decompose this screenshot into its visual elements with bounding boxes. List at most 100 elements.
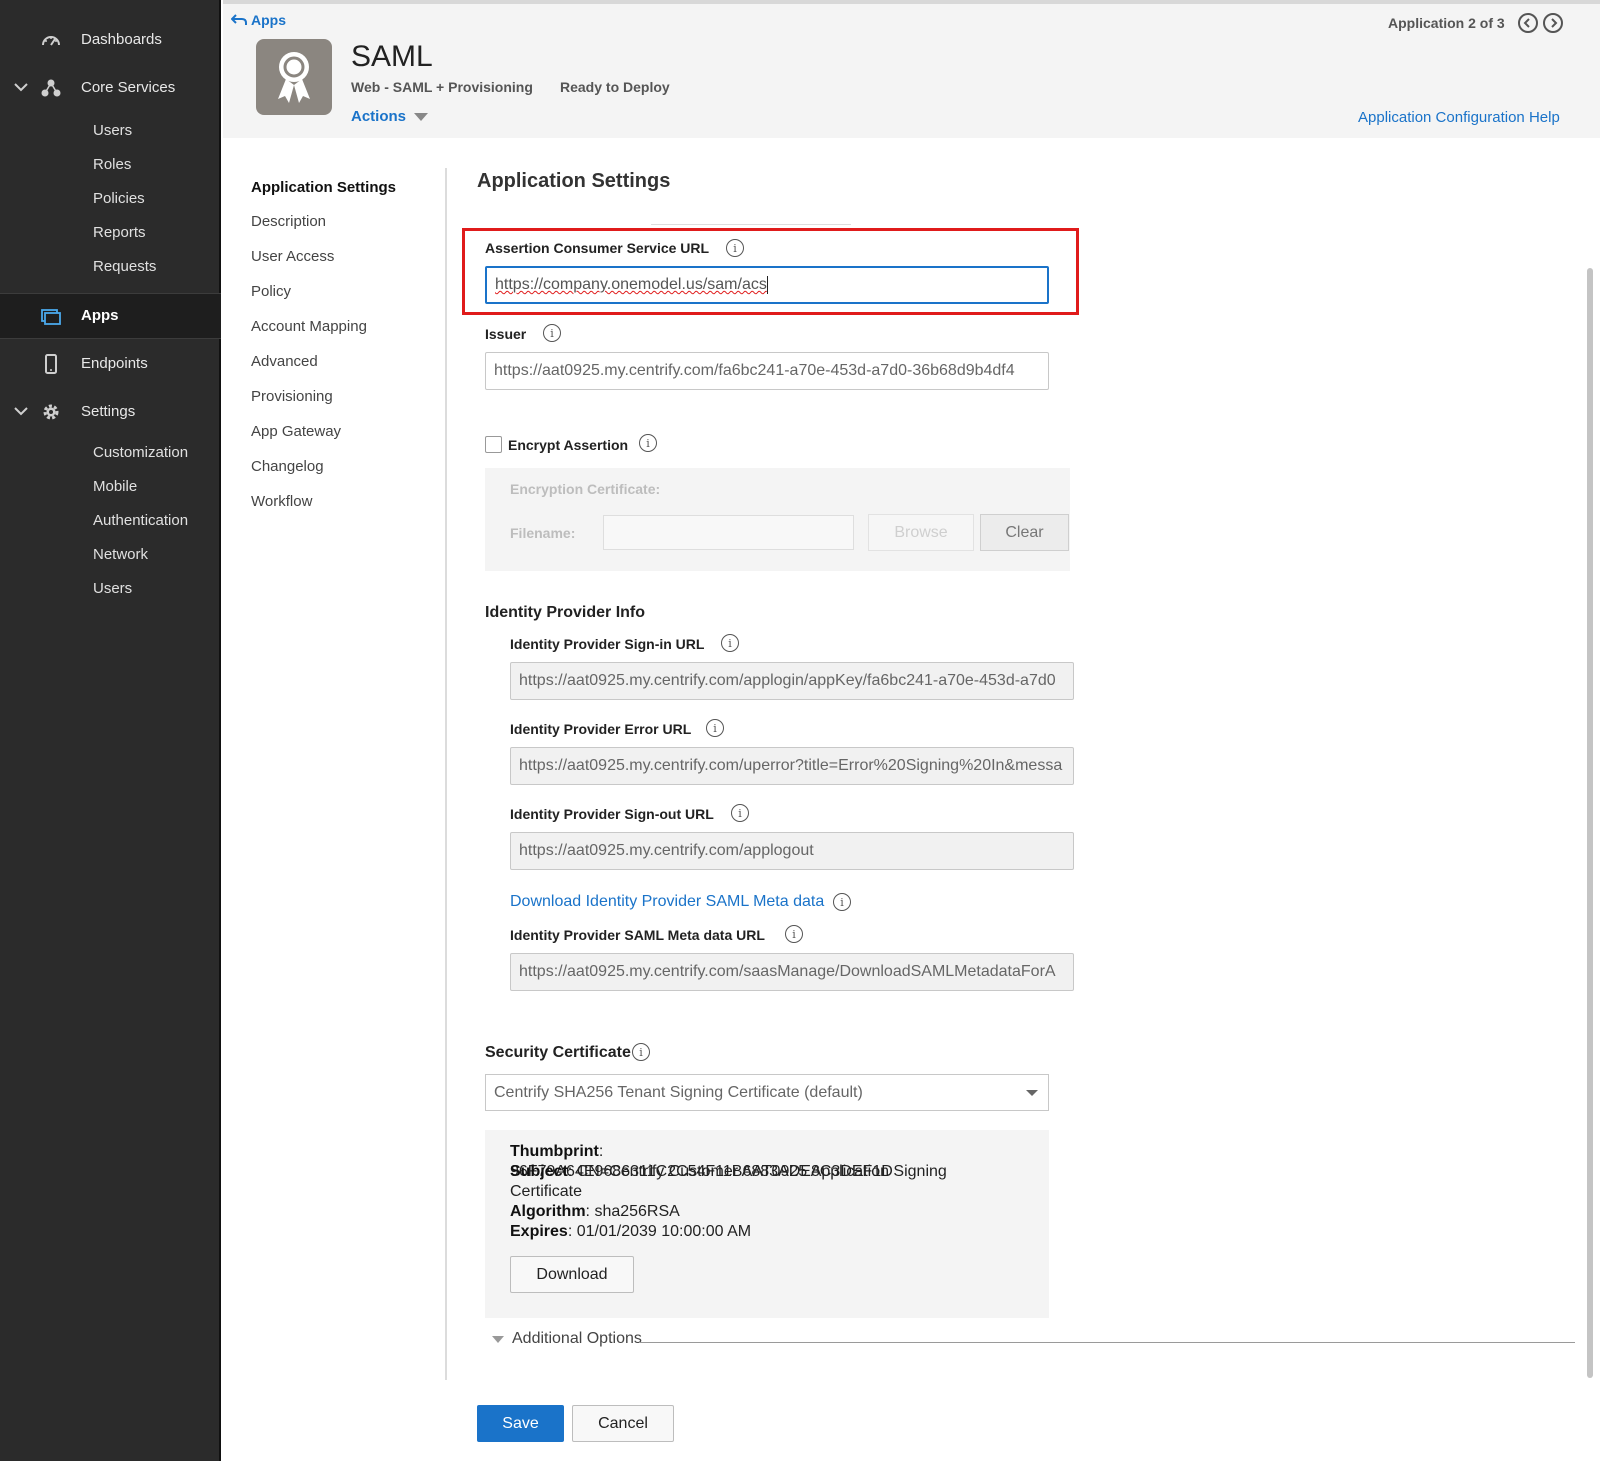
sidebar-item-requests[interactable]: Requests [93, 258, 156, 275]
info-icon[interactable]: i [543, 324, 561, 342]
app-logo [256, 39, 332, 115]
back-to-apps-link[interactable]: Apps [231, 12, 286, 28]
idp-metadata-url-value: https://aat0925.my.centrify.com/saasMana… [519, 963, 1056, 980]
page-title: Application Settings [477, 170, 671, 192]
security-certificate-select[interactable]: Centrify SHA256 Tenant Signing Certifica… [485, 1074, 1049, 1111]
section-description[interactable]: Description [251, 213, 326, 230]
apps-windows-icon [41, 309, 61, 325]
chevron-down-icon [14, 83, 28, 92]
chevron-down-icon [14, 407, 28, 416]
nav-endpoints[interactable]: Endpoints [0, 342, 221, 386]
back-arrow-icon [231, 14, 247, 25]
caret-down-icon [414, 112, 429, 121]
mobile-device-icon [45, 354, 57, 374]
issuer-input[interactable]: https://aat0925.my.centrify.com/fa6bc241… [485, 352, 1049, 390]
chevron-left-icon [1523, 18, 1530, 28]
config-help-link[interactable]: Application Configuration Help [1358, 109, 1560, 126]
idp-error-label: Identity Provider Error URL [510, 721, 692, 737]
additional-options-toggle[interactable]: Additional Options [492, 1330, 642, 1348]
idp-signin-url-value: https://aat0925.my.centrify.com/applogin… [519, 672, 1056, 689]
idp-metadata-url-input[interactable]: https://aat0925.my.centrify.com/saasMana… [510, 953, 1074, 991]
dashboard-gauge-icon [42, 36, 60, 46]
info-icon[interactable]: i [726, 239, 744, 257]
chevron-right-icon [1551, 18, 1558, 28]
additional-options-divider [639, 1342, 1575, 1343]
sidebar-item-policies[interactable]: Policies [93, 190, 145, 207]
nav-core-services[interactable]: Core Services [0, 66, 221, 110]
nav-endpoints-label: Endpoints [81, 355, 148, 372]
nav-apps[interactable]: Apps [0, 293, 221, 339]
sidebar-item-customization[interactable]: Customization [93, 444, 188, 461]
cert-algorithm: Algorithm: sha256RSA [510, 1203, 680, 1220]
section-policy[interactable]: Policy [251, 283, 291, 300]
nav-dashboards-label: Dashboards [81, 31, 162, 48]
section-advanced[interactable]: Advanced [251, 353, 318, 370]
app-status: Ready to Deploy [560, 79, 670, 95]
browse-button: Browse [868, 514, 974, 551]
idp-metadata-url-label: Identity Provider SAML Meta data URL [510, 927, 765, 943]
sidebar-item-roles[interactable]: Roles [93, 156, 131, 173]
separator [651, 224, 851, 225]
expand-triangle-icon [492, 1335, 504, 1343]
filename-label: Filename: [510, 525, 576, 541]
app-type: Web - SAML + Provisioning [351, 79, 533, 95]
additional-options-label: Additional Options [512, 1330, 642, 1347]
clear-button[interactable]: Clear [980, 514, 1069, 551]
info-icon[interactable]: i [639, 434, 657, 452]
award-ribbon-icon [278, 52, 310, 103]
back-link-label: Apps [251, 12, 286, 28]
nav-settings[interactable]: Settings [0, 390, 221, 434]
section-user-access[interactable]: User Access [251, 248, 334, 265]
core-services-icon [41, 79, 61, 97]
nav-core-services-label: Core Services [81, 79, 176, 96]
section-app-gateway[interactable]: App Gateway [251, 423, 341, 440]
idp-signin-url-input[interactable]: https://aat0925.my.centrify.com/applogin… [510, 662, 1074, 700]
acs-url-input[interactable]: https://company.onemodel.us/sam/acs [485, 266, 1049, 304]
next-app-button[interactable] [1543, 13, 1563, 33]
actions-menu[interactable]: Actions [351, 108, 429, 125]
section-workflow[interactable]: Workflow [251, 493, 312, 510]
vertical-scrollbar[interactable] [1587, 268, 1593, 1378]
application-counter: Application 2 of 3 [1388, 15, 1505, 31]
section-divider [445, 168, 447, 1380]
nav-settings-label: Settings [81, 403, 136, 420]
sidebar-item-network[interactable]: Network [93, 546, 148, 563]
section-changelog[interactable]: Changelog [251, 458, 324, 475]
idp-signout-label: Identity Provider Sign-out URL [510, 806, 714, 822]
gear-icon [43, 404, 59, 420]
info-icon[interactable]: i [833, 893, 851, 911]
sidebar-item-users[interactable]: Users [93, 122, 132, 139]
dropdown-caret-icon [1026, 1090, 1038, 1096]
save-button[interactable]: Save [477, 1405, 564, 1442]
security-certificate-value: Centrify SHA256 Tenant Signing Certifica… [494, 1083, 863, 1101]
encrypt-assertion-checkbox[interactable] [485, 436, 502, 453]
acs-url-label: Assertion Consumer Service URL [485, 240, 710, 256]
cert-subject: Subject: CN=Centrify Customer AAT0925 Ap… [510, 1163, 947, 1200]
info-icon[interactable]: i [632, 1043, 650, 1061]
acs-url-value: https://company.onemodel.us/sam/acs [495, 276, 767, 293]
idp-signout-url-input[interactable]: https://aat0925.my.centrify.com/applogou… [510, 832, 1074, 870]
encryption-certificate-label: Encryption Certificate: [510, 481, 661, 497]
cancel-button[interactable]: Cancel [572, 1405, 674, 1442]
sidebar-item-mobile[interactable]: Mobile [93, 478, 137, 495]
info-icon[interactable]: i [721, 634, 739, 652]
section-provisioning[interactable]: Provisioning [251, 388, 333, 405]
nav-apps-label: Apps [81, 307, 119, 324]
sidebar-item-authentication[interactable]: Authentication [93, 512, 188, 529]
sidebar-item-settings-users[interactable]: Users [93, 580, 132, 597]
previous-app-button[interactable] [1518, 13, 1538, 33]
idp-error-url-input[interactable]: https://aat0925.my.centrify.com/uperror?… [510, 747, 1074, 785]
idp-info-heading: Identity Provider Info [485, 604, 646, 621]
info-icon[interactable]: i [785, 925, 803, 943]
download-certificate-button[interactable]: Download [510, 1256, 634, 1293]
actions-label: Actions [351, 108, 407, 125]
sidebar-item-reports[interactable]: Reports [93, 224, 146, 241]
info-icon[interactable]: i [731, 804, 749, 822]
idp-error-url-value: https://aat0925.my.centrify.com/uperror?… [519, 757, 1063, 774]
download-saml-metadata-link[interactable]: Download Identity Provider SAML Meta dat… [510, 893, 824, 911]
info-icon[interactable]: i [706, 719, 724, 737]
section-account-mapping[interactable]: Account Mapping [251, 318, 367, 335]
idp-signin-label: Identity Provider Sign-in URL [510, 636, 705, 652]
nav-dashboards[interactable]: Dashboards [0, 18, 221, 62]
section-application-settings[interactable]: Application Settings [251, 179, 396, 196]
